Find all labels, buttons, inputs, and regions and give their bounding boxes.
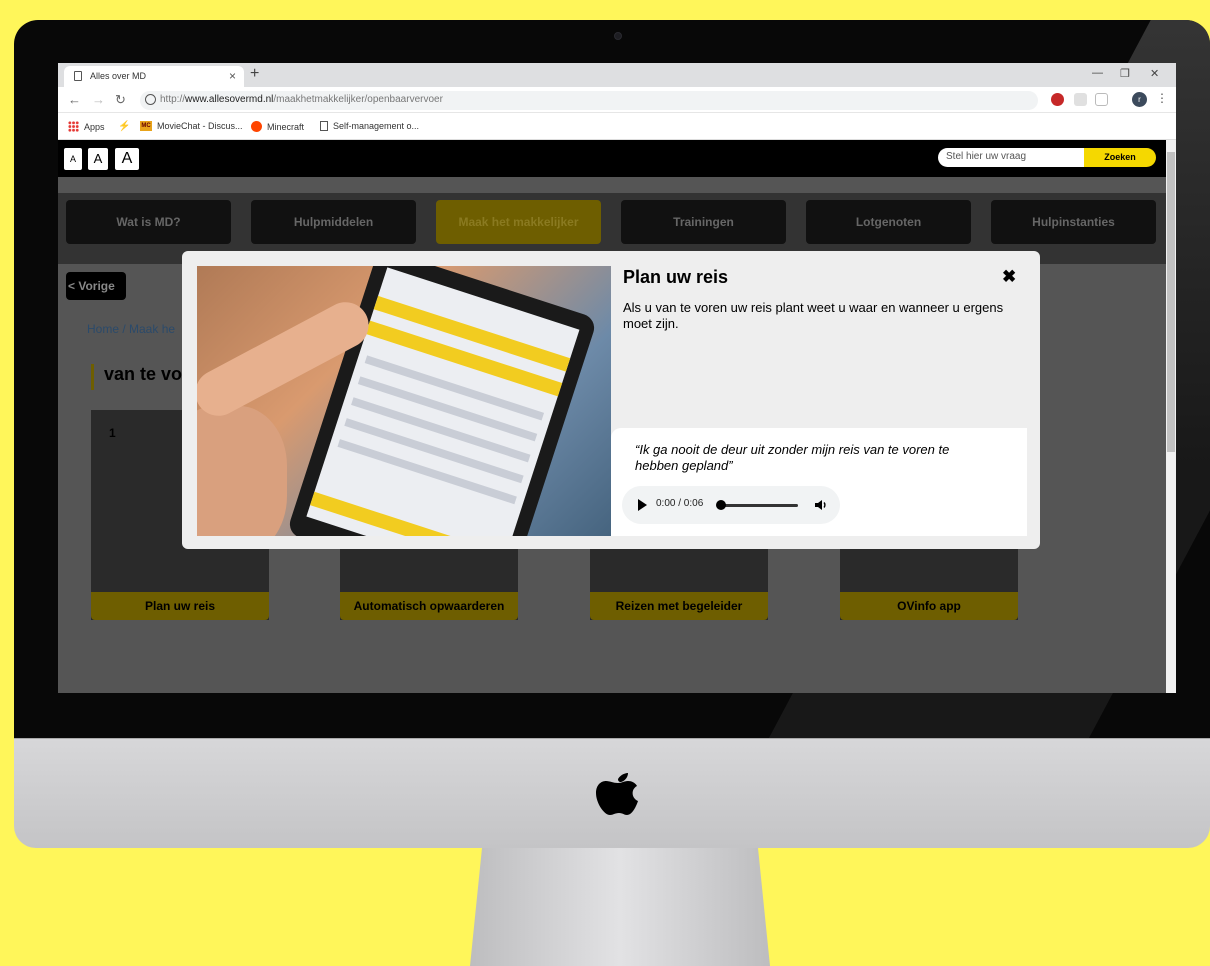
bookmark-separator: ⚡ — [118, 121, 131, 132]
modal-description: Als u van te voren uw reis plant weet u … — [623, 300, 1004, 331]
bookmark-label: Apps — [84, 121, 105, 132]
card-label: Automatisch opwaarderen — [340, 592, 518, 620]
card-number: 1 — [109, 426, 116, 440]
nav-wat-is-md[interactable]: Wat is MD? — [66, 200, 231, 244]
page-icon — [74, 71, 82, 81]
bookmark-minecraft[interactable]: Minecraft — [251, 121, 304, 132]
play-icon[interactable] — [638, 499, 647, 511]
site-topbar: A A A Stel hier uw vraag Zoeken — [58, 140, 1166, 177]
bookmark-label: Minecraft — [267, 121, 305, 132]
browser-tab[interactable]: Alles over MD × — [64, 66, 244, 87]
font-size-medium-button[interactable]: A — [88, 148, 108, 170]
nav-lotgenoten[interactable]: Lotgenoten — [806, 200, 971, 244]
card-label: OVinfo app — [840, 592, 1018, 620]
bookmark-label: Self-management o... — [333, 121, 420, 131]
imac-stand — [470, 848, 770, 966]
tablet-bar — [310, 491, 507, 536]
url-prefix: http:// — [160, 94, 186, 105]
bookmark-moviechat[interactable]: MC MovieChat - Discus... — [140, 121, 243, 131]
bookmark-apps[interactable]: Apps — [68, 121, 105, 132]
wand-icon: ⚡ — [118, 121, 131, 132]
bookmark-self-management[interactable]: Self-management o... — [320, 121, 419, 131]
new-tab-button[interactable]: + — [250, 65, 259, 83]
quote-text: “Ik ga nooit de deur uit zonder mijn rei… — [635, 442, 950, 473]
quote-box: “Ik ga nooit de deur uit zonder mijn rei… — [611, 428, 1027, 536]
menu-kebab-icon[interactable]: ⋮ — [1156, 91, 1168, 105]
forward-icon[interactable]: → — [92, 92, 105, 107]
audio-player: 0:00 / 0:06 — [622, 486, 840, 524]
card-label: Plan uw reis — [91, 592, 269, 620]
camera-icon — [614, 32, 622, 40]
scrollbar[interactable] — [1166, 140, 1176, 693]
scrollbar-thumb[interactable] — [1167, 152, 1175, 452]
breadcrumb[interactable]: Home / Maak he — [87, 322, 175, 336]
maximize-icon[interactable]: ❐ — [1120, 67, 1130, 80]
audio-seek-bar[interactable] — [718, 504, 798, 507]
font-size-large-button[interactable]: A — [115, 148, 139, 170]
close-tab-icon[interactable]: × — [229, 69, 236, 83]
search-button[interactable]: Zoeken — [1084, 148, 1156, 167]
close-icon[interactable]: ✖ — [1002, 267, 1016, 287]
search-input[interactable]: Stel hier uw vraag — [938, 148, 1084, 167]
minimize-icon[interactable]: — — [1092, 67, 1103, 79]
extension-icon[interactable] — [1095, 93, 1108, 106]
pdf-extension-icon[interactable] — [1074, 93, 1087, 106]
bookmarks-bar: Apps ⚡ MC MovieChat - Discus... Minecraf… — [58, 113, 1176, 140]
bookmark-label: MovieChat - Discus... — [157, 121, 243, 131]
tab-bar: Alles over MD × + — ❐ ✕ — [58, 63, 1176, 87]
url-path: /maakhetmakkelijker/openbaarvervoer — [273, 94, 443, 105]
page-content: A A A Stel hier uw vraag Zoeken Wat is M… — [58, 140, 1166, 693]
url-domain: www.allesovermd.nl — [185, 94, 274, 105]
modal-photo — [197, 266, 611, 536]
apple-logo-icon — [596, 773, 638, 815]
nav-hulpmiddelen[interactable]: Hulpmiddelen — [251, 200, 416, 244]
audio-time: 0:00 / 0:06 — [656, 498, 704, 509]
audio-seek-handle[interactable] — [716, 500, 726, 510]
card-label: Reizen met begeleider — [590, 592, 768, 620]
nav-hulpinstanties[interactable]: Hulpinstanties — [991, 200, 1156, 244]
tab-title: Alles over MD — [90, 71, 147, 81]
profile-avatar[interactable]: r — [1132, 92, 1147, 107]
volume-icon[interactable] — [813, 497, 829, 513]
page-icon — [320, 121, 328, 131]
site-info-icon[interactable] — [145, 94, 156, 105]
previous-button[interactable]: < Vorige — [66, 272, 126, 300]
apps-grid-icon — [68, 121, 79, 132]
reddit-icon — [251, 121, 262, 132]
info-modal: Plan uw reis ✖ Als u van te voren uw rei… — [182, 251, 1040, 549]
close-window-icon[interactable]: ✕ — [1150, 67, 1159, 80]
ublock-extension-icon[interactable] — [1051, 93, 1064, 106]
moviechat-icon: MC — [140, 121, 152, 131]
modal-title: Plan uw reis — [623, 267, 729, 287]
nav-maak-het-makkelijker[interactable]: Maak het makkelijker — [436, 200, 601, 244]
address-bar: ← → ↻ http://www.allesovermd.nl/maakhetm… — [58, 87, 1176, 113]
reload-icon[interactable]: ↻ — [115, 92, 126, 108]
hand-illustration — [197, 406, 287, 536]
back-icon[interactable]: ← — [68, 92, 81, 107]
screen: Alles over MD × + — ❐ ✕ ← → ↻ http://www… — [58, 63, 1176, 693]
font-size-small-button[interactable]: A — [64, 148, 82, 170]
page-heading: van te vo — [91, 364, 182, 390]
nav-trainingen[interactable]: Trainingen — [621, 200, 786, 244]
url-input[interactable]: http://www.allesovermd.nl/maakhetmakkeli… — [140, 91, 1038, 110]
